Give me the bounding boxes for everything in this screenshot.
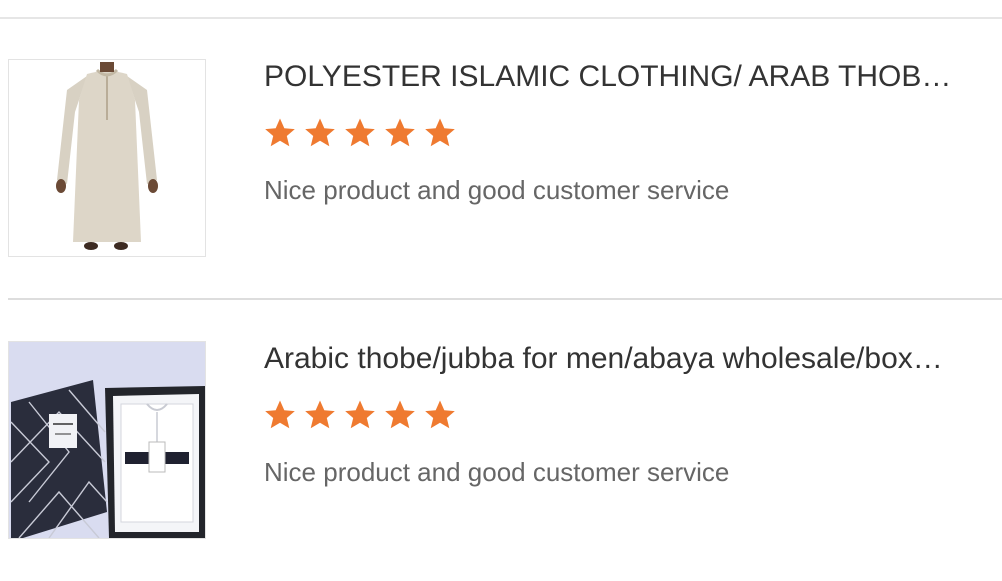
star-icon — [424, 117, 456, 149]
star-icon — [304, 117, 336, 149]
review-comment: Nice product and good customer service — [264, 457, 730, 487]
beige-thobe-image — [9, 60, 205, 256]
star-icon — [344, 399, 376, 431]
review-item[interactable]: POLYESTER ISLAMIC CLOTHING/ ARAB THOBE F… — [0, 59, 1002, 299]
review-item[interactable]: Arabic thobe/jubba for men/abaya wholesa… — [0, 341, 1002, 581]
star-icon — [264, 117, 296, 149]
star-icon — [424, 399, 456, 431]
star-icon — [384, 399, 416, 431]
rating-stars — [264, 117, 456, 153]
boxed-white-thobe-image — [9, 342, 205, 538]
review-divider — [8, 298, 1002, 300]
star-icon — [344, 117, 376, 149]
product-title[interactable]: Arabic thobe/jubba for men/abaya wholesa… — [264, 341, 954, 377]
star-icon — [384, 117, 416, 149]
top-divider — [0, 17, 1002, 19]
star-icon — [264, 399, 296, 431]
product-thumbnail[interactable] — [8, 59, 206, 257]
review-comment: Nice product and good customer service — [264, 175, 730, 205]
product-title[interactable]: POLYESTER ISLAMIC CLOTHING/ ARAB THOBE F… — [264, 59, 954, 95]
star-icon — [304, 399, 336, 431]
rating-stars — [264, 399, 456, 435]
product-thumbnail[interactable] — [8, 341, 206, 539]
